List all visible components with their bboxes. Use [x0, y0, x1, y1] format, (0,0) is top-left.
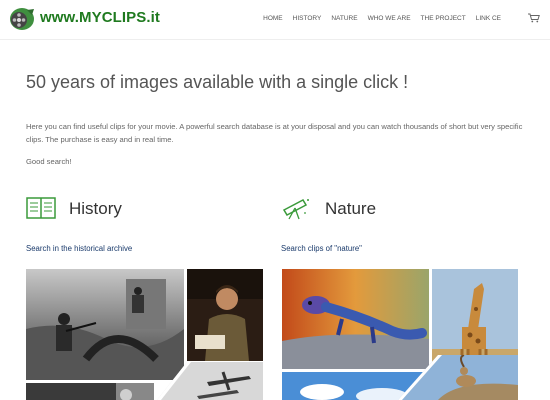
- history-officer-photo[interactable]: [187, 269, 263, 361]
- history-planes-photo[interactable]: [157, 362, 263, 400]
- history-portrait-photo[interactable]: [26, 383, 154, 400]
- site-title[interactable]: www.MYCLIPS.it: [40, 9, 160, 26]
- nav-link-ce[interactable]: LINK CE: [471, 15, 506, 22]
- page-headline: 50 years of images available with a sing…: [26, 72, 409, 92]
- history-search-link[interactable]: Search in the historical archive: [26, 244, 132, 253]
- good-search-text: Good search!: [26, 157, 72, 166]
- nature-lizard-photo[interactable]: [282, 269, 429, 369]
- history-section-title: History: [69, 199, 122, 218]
- shopping-cart-icon[interactable]: [528, 13, 540, 23]
- nav-history[interactable]: HISTORY: [288, 15, 327, 22]
- nature-section-title: Nature: [325, 199, 377, 218]
- main-nav: HOME HISTORY NATURE WHO WE ARE THE PROJE…: [258, 15, 506, 22]
- nature-ibex-photo[interactable]: [398, 355, 518, 400]
- nav-home[interactable]: HOME: [258, 15, 288, 22]
- site-header: www.MYCLIPS.it HOME HISTORY NATURE WHO W…: [0, 0, 550, 40]
- nav-nature[interactable]: NATURE: [326, 15, 362, 22]
- nav-the-project[interactable]: THE PROJECT: [416, 15, 471, 22]
- nature-search-link[interactable]: Search clips of "nature": [281, 244, 362, 253]
- intro-text: Here you can find useful clips for your …: [26, 122, 523, 144]
- nav-who-we-are[interactable]: WHO WE ARE: [363, 15, 416, 22]
- book-icon: [26, 197, 56, 219]
- telescope-icon: [282, 199, 309, 220]
- film-reel-logo-icon[interactable]: [7, 6, 35, 32]
